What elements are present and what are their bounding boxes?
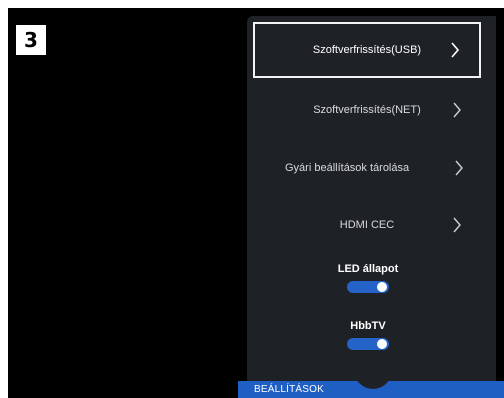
hbbtv-toggle[interactable] xyxy=(347,338,389,350)
toggle-knob xyxy=(377,339,387,349)
chevron-right-icon xyxy=(453,102,461,118)
step-number-badge: 3 xyxy=(16,25,46,55)
menu-item-label: Szoftverfrissítés(USB) xyxy=(312,44,422,56)
menu-item-label: HDMI CEC xyxy=(339,219,395,231)
chevron-right-icon xyxy=(453,217,461,233)
menu-item-factory-settings[interactable]: Gyári beállítások tárolása xyxy=(253,140,481,196)
led-status-toggle[interactable] xyxy=(347,281,389,293)
menu-item-hdmi-cec[interactable]: HDMI CEC xyxy=(253,197,481,253)
menu-item-software-update-net[interactable]: Szoftverfrissítés(NET) xyxy=(253,82,481,138)
menu-item-label: Szoftverfrissítés(NET) xyxy=(313,104,421,116)
menu-item-label: Gyári beállítások tárolása xyxy=(285,162,410,174)
hbbtv-label: HbbTV xyxy=(350,320,386,332)
menu-item-software-update-usb[interactable]: Szoftverfrissítés(USB) xyxy=(253,22,481,78)
settings-panel: Szoftverfrissítés(USB) Szoftverfrissítés… xyxy=(247,16,496,398)
led-status-label: LED állapot xyxy=(337,263,399,275)
hbbtv-setting: HbbTV xyxy=(303,318,433,350)
settings-tab-label: BEÁLLÍTÁSOK xyxy=(254,384,325,395)
chevron-right-icon xyxy=(455,160,463,176)
led-status-setting: LED állapot xyxy=(303,261,433,293)
chevron-right-icon xyxy=(451,42,459,58)
toggle-knob xyxy=(377,282,387,292)
